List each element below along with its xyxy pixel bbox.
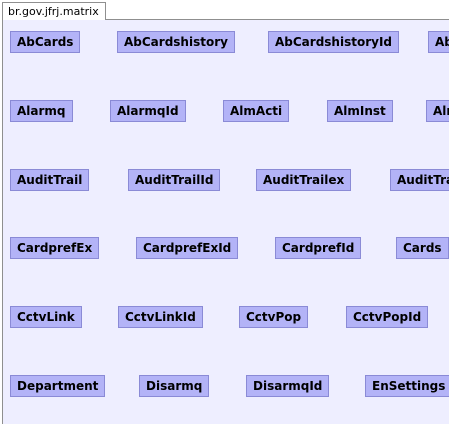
entity-node-alminstid[interactable]: AlmInstId [426,100,449,122]
entity-node-department[interactable]: Department [10,375,106,397]
entity-node-audittrailid[interactable]: AuditTrailId [128,169,221,191]
entity-node-cards[interactable]: Cards [396,237,449,259]
entity-node-abcardshistoryid[interactable]: AbCardshistoryId [268,31,400,53]
entity-node-cardprefid[interactable]: CardprefId [275,237,362,259]
entity-node-cctvpopid[interactable]: CctvPopId [346,306,429,328]
entity-node-alarmq[interactable]: Alarmq [10,100,73,122]
entity-node-cctvlinkid[interactable]: CctvLinkId [118,306,203,328]
entity-node-cctvpop[interactable]: CctvPop [239,306,309,328]
entity-node-disarmq[interactable]: Disarmq [139,375,210,397]
entity-node-almacti[interactable]: AlmActi [223,100,290,122]
entity-canvas: AbCards AbCardshistory AbCardshistoryId … [2,19,449,424]
matrix-window: br.gov.jfrj.matrix AbCards AbCardshistor… [0,0,449,424]
entity-node-abcards[interactable]: AbCards [10,31,81,53]
entity-node-ensettings[interactable]: EnSettings [365,375,449,397]
entity-node-audittrailexid[interactable]: AuditTrailexId [390,169,449,191]
entity-node-cardprefexid[interactable]: CardprefExId [136,237,239,259]
entity-node-disarmqid[interactable]: DisarmqId [246,375,330,397]
entity-node-alarmqid[interactable]: AlarmqId [110,100,186,122]
entity-node-cctvlink[interactable]: CctvLink [10,306,82,328]
entity-node-cardprefex[interactable]: CardprefEx [10,237,100,259]
tab-matrix[interactable]: br.gov.jfrj.matrix [2,2,106,20]
entity-node-abcardshistory[interactable]: AbCardshistory [117,31,235,53]
entity-node-audittrail[interactable]: AuditTrail [10,169,90,191]
entity-node-abcardsid[interactable]: AbCardsId [428,31,449,53]
entity-node-audittrailex[interactable]: AuditTrailex [256,169,352,191]
entity-node-alminst[interactable]: AlmInst [327,100,393,122]
